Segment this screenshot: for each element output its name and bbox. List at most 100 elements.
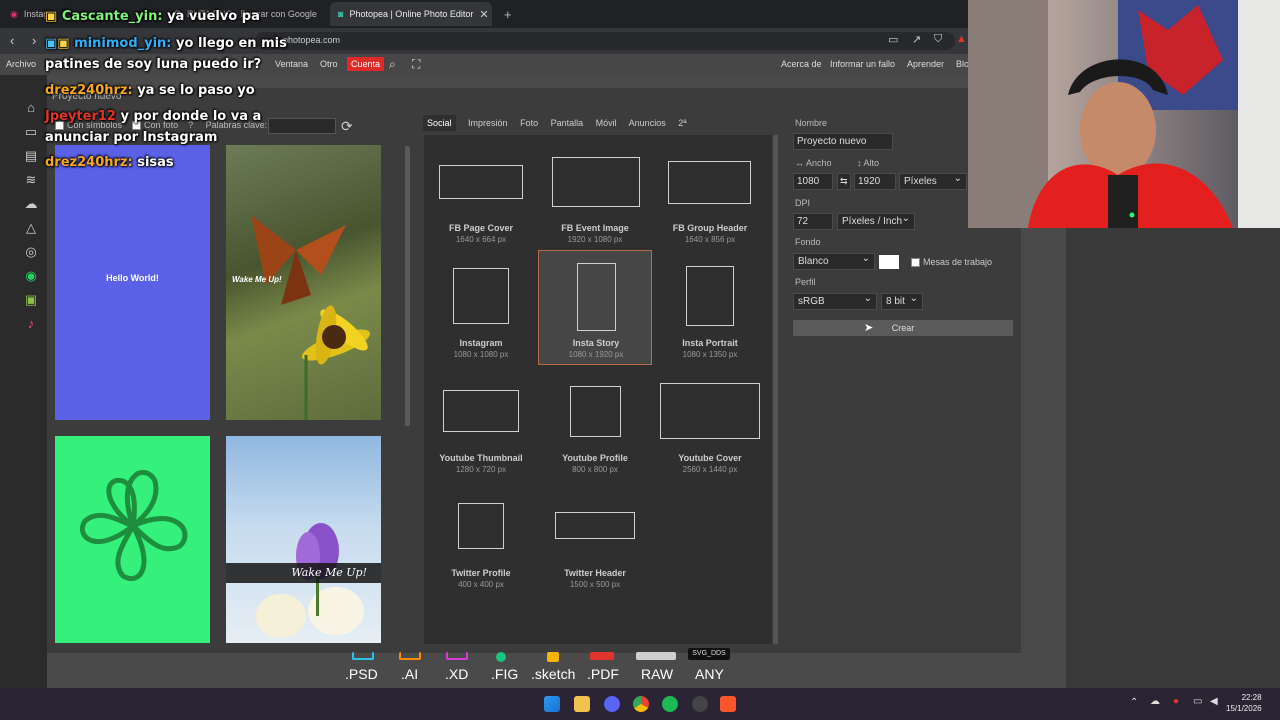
bitdepth-select[interactable]: 8 bit [881,293,923,310]
preset-fb-page-cover[interactable]: FB Page Cover 1640 x 664 px [424,135,538,250]
background-select[interactable]: Blanco [793,253,875,270]
android-icon[interactable]: ▣ [22,292,40,308]
filetype-fig: .FIG [491,666,519,682]
templates-scrollbar[interactable] [405,146,410,426]
back-icon[interactable]: ‹ [10,33,14,48]
tab-impresion[interactable]: Impresión [468,118,508,128]
unit-select[interactable]: Píxeles [899,173,967,190]
share-icon[interactable]: ↗ [912,33,921,46]
ai-icon [399,652,421,660]
preset-youtube-profile[interactable]: Youtube Profile 800 x 800 px [538,365,652,480]
filetype-sketch: .sketch [531,666,576,682]
template-hello-world[interactable]: Hello World! [55,145,210,420]
width-input[interactable]: 1080 [793,173,833,190]
tab-more[interactable]: 2ª [678,118,686,128]
flower-outline-image [80,469,188,581]
wallet-icon[interactable]: ▤ [22,148,40,164]
chat-message: ▣ Cascante_yin: ya vuelvo pa [45,9,260,24]
tab-pantalla[interactable]: Pantalla [551,118,584,128]
menu-archivo[interactable]: Archivo [6,59,36,69]
warning-icon[interactable]: △ [22,220,40,236]
obs-icon[interactable] [692,696,708,712]
menu-about[interactable]: Acerca de [781,59,822,69]
layers-icon[interactable]: ≋ [22,172,40,188]
chrome-icon[interactable] [633,696,649,712]
search-icon[interactable]: ⌕ [389,57,396,72]
windows-start-icon[interactable] [544,696,560,712]
figma-icon [496,652,506,662]
preset-fb-event-image[interactable]: FB Event Image 1920 x 1080 px [538,135,652,250]
filetype-any: ANY [695,666,724,682]
profile-select[interactable]: sRGB [793,293,877,310]
pdf-icon [590,652,614,660]
preset-insta-portrait[interactable]: Insta Portrait 1080 x 1350 px [653,250,767,365]
brave-icon[interactable] [720,696,736,712]
forward-icon[interactable]: › [32,33,36,48]
link-dimensions-icon[interactable]: ⇆ [837,173,851,190]
presets-scrollbar[interactable] [773,135,778,644]
template-crocus[interactable]: Wake Me Up! [226,436,381,643]
cloud-icon[interactable]: ☁ [22,196,40,212]
clock[interactable]: 22:28 15/1/2026 [1226,692,1262,714]
preset-youtube-cover[interactable]: Youtube Cover 2560 x 1440 px [653,365,767,480]
dpi-label: DPI [795,198,811,208]
preset-twitter-profile[interactable]: Twitter Profile 400 x 400 px [424,480,538,595]
preset-insta-story[interactable]: Insta Story 1080 x 1920 px [538,250,652,365]
height-input[interactable]: 1920 [854,173,896,190]
account-button[interactable]: Cuenta [347,57,385,71]
preset-youtube-thumbnail[interactable]: Youtube Thumbnail 1280 x 720 px [424,365,538,480]
close-tab-icon[interactable]: ✕ [479,8,488,21]
crocus-flowers-image [256,523,364,638]
keywords-input[interactable] [268,118,336,134]
preset-shape [555,512,635,539]
preset-shape [443,390,519,432]
volume-icon[interactable]: ◀ [1210,696,1218,707]
filetype-ai: .AI [401,666,419,682]
gamepad-icon[interactable]: ◎ [22,244,40,260]
fullscreen-icon[interactable]: ⛶ [412,57,420,72]
dpi-input[interactable]: 72 [793,213,833,230]
network-icon[interactable]: ▭ [1193,696,1202,707]
preset-instagram[interactable]: Instagram 1080 x 1080 px [424,250,538,365]
tab-foto[interactable]: Foto [520,118,538,128]
discord-icon[interactable] [604,696,620,712]
background-color-swatch[interactable] [879,255,899,269]
music-icon[interactable]: ♪ [22,316,40,332]
tab-movil[interactable]: Móvil [596,118,617,128]
create-button[interactable]: Crear [793,320,1013,336]
url-field[interactable]: photopea.com [255,32,955,50]
monitor-icon[interactable]: ▭ [22,124,40,140]
tab-social[interactable]: Social [423,115,456,131]
preset-twitter-header[interactable]: Twitter Header 1500 x 500 px [538,480,652,595]
template-green-flower[interactable] [55,436,210,643]
file-explorer-icon[interactable] [574,696,590,712]
cloud-tray-icon[interactable]: ☁ [1150,696,1160,707]
menu-report-bug[interactable]: Informar un fallo [830,59,895,69]
photopea-icon: ◙ [338,9,344,19]
whatsapp-icon[interactable]: ◉ [22,268,40,284]
brave-rewards-icon[interactable]: ▲ [956,33,967,45]
menu-learn[interactable]: Aprender [907,59,944,69]
home-icon[interactable]: ⌂ [22,100,40,116]
menu-otro[interactable]: Otro [320,59,338,69]
new-tab-button[interactable]: + [496,2,520,26]
spotify-icon[interactable] [662,696,678,712]
instagram-icon: ◉ [10,8,18,19]
menu-ventana[interactable]: Ventana [275,59,308,69]
browser-sidebar: ⌂ ▭ ▤ ≋ ☁ △ ◎ ◉ ▣ ♪ [0,75,47,688]
brave-shield-icon[interactable]: ⛉ [934,33,942,46]
preset-fb-group-header[interactable]: FB Group Header 1640 x 856 px [653,135,767,250]
refresh-icon[interactable]: ⟳ [341,118,353,135]
chat-message: Jpeyter12 y por donde lo va a [45,109,262,124]
cast-icon[interactable]: ▭ [888,33,898,46]
dpi-unit-select[interactable]: Píxeles / Inch [837,213,915,230]
microphone-icon[interactable]: ● [1173,696,1179,707]
name-input[interactable]: Proyecto nuevo [793,133,893,150]
template-butterfly[interactable]: Wake Me Up! [226,145,381,420]
artboards-checkbox[interactable]: Mesas de trabajo [911,257,992,268]
chevron-up-icon[interactable]: ⌃ [1130,697,1138,708]
tab-anuncios[interactable]: Anuncios [629,118,666,128]
sketch-icon [547,652,559,662]
tab-photopea[interactable]: ◙ Photopea | Online Photo Editor ✕ [330,2,492,26]
checkbox-icon [911,258,920,268]
